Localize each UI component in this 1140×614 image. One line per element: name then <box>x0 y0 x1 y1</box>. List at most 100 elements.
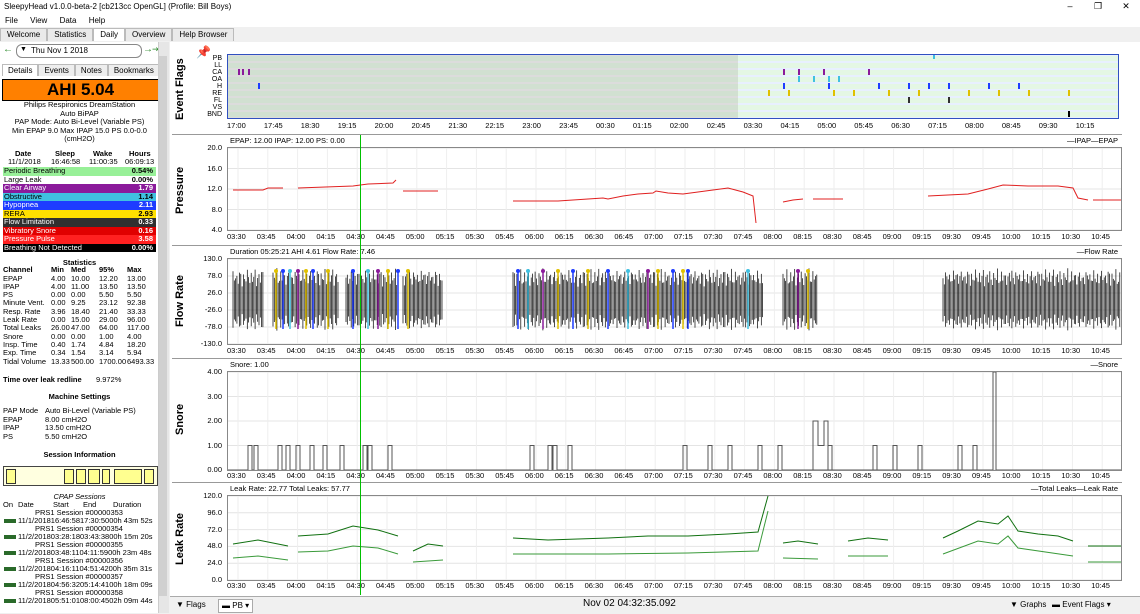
x-tick-label: 08:45 <box>852 581 872 590</box>
leak-title: Leak Rate <box>174 513 186 565</box>
subtab-events[interactable]: Events <box>38 64 75 76</box>
x-tick-label: 09:30 <box>942 581 961 590</box>
menu-data[interactable]: Data <box>60 14 77 27</box>
flow-header: Duration 05:25:21 AHI 4.61 Flow Rate: 7.… <box>230 247 376 256</box>
x-tick-label: 08:15 <box>793 471 812 480</box>
snore-title: Snore <box>174 403 186 435</box>
menu-file[interactable]: File <box>5 14 18 27</box>
x-tick-label: 05:30 <box>465 232 485 241</box>
flag-tick-label: 17:00 <box>227 121 246 130</box>
x-tick-label: 03:30 <box>227 346 246 355</box>
subtab-notes[interactable]: Notes <box>74 64 108 76</box>
x-tick-label: 10:45 <box>1091 346 1110 355</box>
y-tick-label: -26.0 <box>204 305 222 314</box>
main-tabs: Welcome Statistics Daily Overview Help B… <box>0 28 235 41</box>
session-checkbox-icon[interactable] <box>4 567 16 571</box>
ahi-value: AHI 5.04 <box>2 79 159 101</box>
snore-panel: Snore Snore: 1.00 —Snore 4.00 3.00 2.00 1.0… <box>172 358 1122 483</box>
date-picker[interactable]: ▼ Thu Nov 1 2018 <box>16 44 142 58</box>
chevron-down-icon: ▼ <box>20 46 27 53</box>
x-tick-label: 04:15 <box>316 232 336 241</box>
flag-tick-label: 23:45 <box>559 121 578 130</box>
x-tick-label: 05:30 <box>465 471 485 480</box>
session-checkbox-icon[interactable] <box>4 551 16 555</box>
minimize-button[interactable]: – <box>1056 0 1084 14</box>
x-tick-label: 06:45 <box>614 232 634 241</box>
flags-dropdown[interactable]: ▼ Flags <box>176 599 206 611</box>
x-tick-label: 10:30 <box>1061 581 1081 590</box>
event-flags-dropdown[interactable]: ▬ Event Flags ▾ <box>1052 599 1111 611</box>
x-tick-label: 09:45 <box>972 346 991 355</box>
x-tick-label: 07:45 <box>733 232 753 241</box>
pressure-header: EPAP: 12.00 IPAP: 12.00 PS: 0.00 <box>230 136 345 145</box>
pb-flag-select[interactable]: ▬ PB ▾ <box>218 599 254 613</box>
pressure-plot[interactable] <box>227 147 1122 231</box>
subtab-details[interactable]: Details <box>2 64 39 76</box>
menu-view[interactable]: View <box>30 14 47 27</box>
x-tick-label: 06:15 <box>554 232 574 241</box>
window-title: SleepyHead v1.0.0-beta-2 [cb213cc OpenGL… <box>4 2 232 11</box>
event-row[interactable]: Breathing Not Detected 0.00% <box>3 243 156 252</box>
time-cursor[interactable] <box>360 135 361 595</box>
machine-settings-title: Machine Settings <box>48 392 111 401</box>
left-scrollbar-thumb[interactable] <box>159 56 167 596</box>
x-tick-label: 08:15 <box>793 346 812 355</box>
tab-help-browser[interactable]: Help Browser <box>172 28 235 41</box>
session-checkbox-icon[interactable] <box>4 583 16 587</box>
event-row[interactable]: Hypopnea 2.11 <box>3 200 156 210</box>
flag-tick-label: 02:00 <box>669 121 689 130</box>
subtab-bookmarks[interactable]: Bookmarks <box>107 64 160 76</box>
x-tick-label: 09:15 <box>912 346 932 355</box>
x-tick-label: 10:00 <box>1001 232 1021 241</box>
x-tick-label: 05:00 <box>405 346 425 355</box>
tab-daily[interactable]: Daily <box>93 28 125 41</box>
flag-tick-label: 05:45 <box>854 121 874 130</box>
y-tick-label: 96.0 <box>207 507 222 517</box>
x-tick-label: 04:00 <box>286 346 306 355</box>
leak-plot[interactable] <box>227 495 1122 581</box>
event-flags-plot[interactable] <box>227 54 1119 119</box>
flow-legend: —Flow Rate <box>1076 247 1118 256</box>
x-tick-label: 05:45 <box>495 232 514 241</box>
x-tick-label: 05:15 <box>435 232 455 241</box>
session-checkbox-icon[interactable] <box>4 519 16 523</box>
x-tick-label: 04:15 <box>316 471 336 480</box>
session-timeline-bar[interactable] <box>3 466 158 486</box>
x-tick-label: 10:00 <box>1001 346 1021 355</box>
maximize-button[interactable]: ❐ <box>1084 0 1112 14</box>
session-checkbox-icon[interactable] <box>4 599 16 603</box>
session-info-title: Session Information <box>43 450 116 459</box>
graphs-dropdown[interactable]: ▼ Graphs <box>1010 599 1046 611</box>
session-checkbox-icon[interactable] <box>4 535 16 539</box>
x-tick-label: 07:30 <box>703 232 723 241</box>
session-row[interactable]: 11/2/201805:51:0108:00:4502h 09m 44s <box>4 597 168 605</box>
x-tick-label: 08:00 <box>763 581 783 590</box>
flag-tick-label: 10:15 <box>1075 121 1095 130</box>
snore-plot[interactable] <box>227 371 1122 471</box>
x-tick-label: 06:15 <box>554 346 574 355</box>
tab-welcome[interactable]: Welcome <box>0 28 48 41</box>
x-tick-label: 06:00 <box>525 581 544 590</box>
event-flags-title: Event Flags <box>174 58 186 120</box>
tab-overview[interactable]: Overview <box>125 28 173 41</box>
x-tick-label: 09:45 <box>972 232 991 241</box>
snore-header: Snore: 1.00 <box>230 360 269 369</box>
flow-plot[interactable] <box>227 258 1122 345</box>
x-tick-label: 10:45 <box>1091 471 1110 480</box>
tab-statistics[interactable]: Statistics <box>47 28 94 41</box>
x-tick-label: 09:30 <box>942 471 961 480</box>
prev-day-arrow-icon[interactable]: ← <box>3 44 13 55</box>
close-button[interactable]: ✕ <box>1112 0 1140 14</box>
pressure-title: Pressure <box>174 166 186 214</box>
x-tick-label: 04:30 <box>346 232 365 241</box>
x-tick-label: 06:45 <box>614 346 634 355</box>
flow-panel: Flow Rate Duration 05:25:21 AHI 4.61 Flo… <box>172 245 1122 358</box>
x-tick-label: 08:00 <box>763 471 783 480</box>
y-tick-label: -130.0 <box>200 339 222 348</box>
x-tick-label: 07:15 <box>674 581 693 590</box>
flag-tick-label: 22:15 <box>485 121 505 130</box>
x-tick-label: 05:30 <box>465 346 485 355</box>
x-tick-label: 09:30 <box>942 232 961 241</box>
menu-help[interactable]: Help <box>89 14 105 27</box>
x-tick-label: 06:30 <box>584 346 604 355</box>
